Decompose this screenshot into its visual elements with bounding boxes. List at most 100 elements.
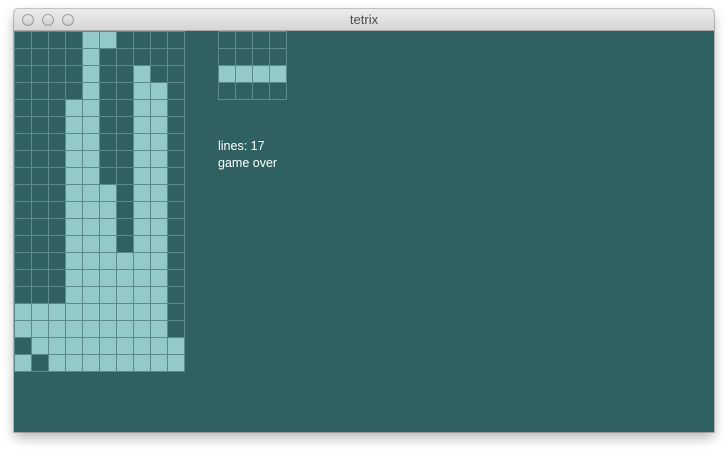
- board-cell-empty: [48, 150, 66, 168]
- board-cell-filled: [150, 337, 168, 355]
- board-cell-filled: [150, 167, 168, 185]
- board-cell-empty: [167, 184, 185, 202]
- board-cell-empty: [48, 116, 66, 134]
- preview-cell-empty: [252, 31, 270, 49]
- board-cell-filled: [65, 201, 83, 219]
- board-cell-empty: [48, 286, 66, 304]
- board-cell-empty: [116, 201, 134, 219]
- board-cell-filled: [82, 235, 100, 253]
- board-cell-empty: [116, 82, 134, 100]
- board-cell-empty: [167, 82, 185, 100]
- board-cell-filled: [133, 303, 151, 321]
- board-cell-filled: [65, 99, 83, 117]
- preview-cell-empty: [218, 48, 236, 66]
- app-window: tetrix lines: 17 game over: [14, 9, 714, 432]
- status-panel: lines: 17 game over: [218, 138, 277, 172]
- board-cell-empty: [167, 31, 185, 49]
- board-cell-filled: [82, 320, 100, 338]
- board-cell-empty: [150, 48, 168, 66]
- board-cell-filled: [99, 320, 117, 338]
- board-cell-filled: [133, 252, 151, 270]
- preview-cell-empty: [218, 31, 236, 49]
- board-cell-filled: [150, 184, 168, 202]
- board-cell-empty: [14, 337, 32, 355]
- board-cell-filled: [14, 320, 32, 338]
- game-area[interactable]: lines: 17 game over: [14, 31, 714, 432]
- game-board[interactable]: [14, 31, 185, 372]
- board-cell-filled: [133, 133, 151, 151]
- board-cell-empty: [65, 65, 83, 83]
- board-cell-empty: [167, 167, 185, 185]
- preview-cell-filled: [235, 65, 253, 83]
- board-cell-empty: [167, 48, 185, 66]
- board-cell-empty: [31, 354, 49, 372]
- board-cell-filled: [167, 354, 185, 372]
- board-cell-filled: [82, 167, 100, 185]
- board-cell-filled: [99, 286, 117, 304]
- board-cell-empty: [48, 99, 66, 117]
- board-cell-empty: [167, 269, 185, 287]
- board-cell-filled: [99, 269, 117, 287]
- board-cell-filled: [99, 218, 117, 236]
- board-cell-filled: [82, 31, 100, 49]
- board-cell-empty: [99, 48, 117, 66]
- board-cell-empty: [116, 99, 134, 117]
- board-cell-filled: [82, 354, 100, 372]
- board-cell-empty: [167, 150, 185, 168]
- board-cell-filled: [133, 82, 151, 100]
- board-cell-filled: [133, 201, 151, 219]
- board-cell-empty: [48, 65, 66, 83]
- board-cell-empty: [31, 167, 49, 185]
- board-cell-filled: [65, 150, 83, 168]
- preview-cell-filled: [252, 65, 270, 83]
- board-cell-filled: [167, 337, 185, 355]
- board-cell-empty: [167, 320, 185, 338]
- board-cell-empty: [99, 116, 117, 134]
- board-cell-filled: [48, 303, 66, 321]
- board-cell-filled: [99, 31, 117, 49]
- board-cell-filled: [116, 354, 134, 372]
- board-cell-filled: [31, 320, 49, 338]
- board-cell-filled: [65, 133, 83, 151]
- title-bar[interactable]: tetrix: [14, 9, 714, 31]
- board-cell-empty: [31, 150, 49, 168]
- board-cell-empty: [99, 167, 117, 185]
- board-cell-filled: [82, 150, 100, 168]
- board-cell-empty: [31, 99, 49, 117]
- preview-cell-empty: [269, 31, 287, 49]
- board-cell-empty: [167, 116, 185, 134]
- board-cell-empty: [116, 48, 134, 66]
- board-cell-filled: [150, 252, 168, 270]
- board-cell-empty: [48, 133, 66, 151]
- board-cell-empty: [14, 133, 32, 151]
- board-cell-empty: [167, 235, 185, 253]
- board-cell-empty: [99, 99, 117, 117]
- preview-cell-empty: [269, 48, 287, 66]
- board-cell-filled: [150, 235, 168, 253]
- board-cell-filled: [133, 99, 151, 117]
- board-cell-filled: [99, 235, 117, 253]
- board-cell-filled: [82, 184, 100, 202]
- board-cell-filled: [65, 303, 83, 321]
- board-cell-empty: [116, 150, 134, 168]
- board-cell-filled: [82, 337, 100, 355]
- board-cell-empty: [48, 82, 66, 100]
- preview-cell-filled: [269, 65, 287, 83]
- board-cell-filled: [14, 354, 32, 372]
- board-cell-filled: [150, 269, 168, 287]
- board-cell-filled: [65, 337, 83, 355]
- board-cell-empty: [48, 31, 66, 49]
- board-cell-filled: [133, 337, 151, 355]
- board-cell-empty: [99, 150, 117, 168]
- board-cell-empty: [116, 133, 134, 151]
- board-cell-empty: [31, 201, 49, 219]
- board-cell-filled: [99, 354, 117, 372]
- board-cell-empty: [14, 48, 32, 66]
- board-cell-filled: [14, 303, 32, 321]
- board-cell-empty: [65, 48, 83, 66]
- board-cell-empty: [48, 184, 66, 202]
- board-cell-filled: [150, 320, 168, 338]
- board-cell-filled: [82, 116, 100, 134]
- board-cell-filled: [116, 286, 134, 304]
- board-cell-filled: [150, 303, 168, 321]
